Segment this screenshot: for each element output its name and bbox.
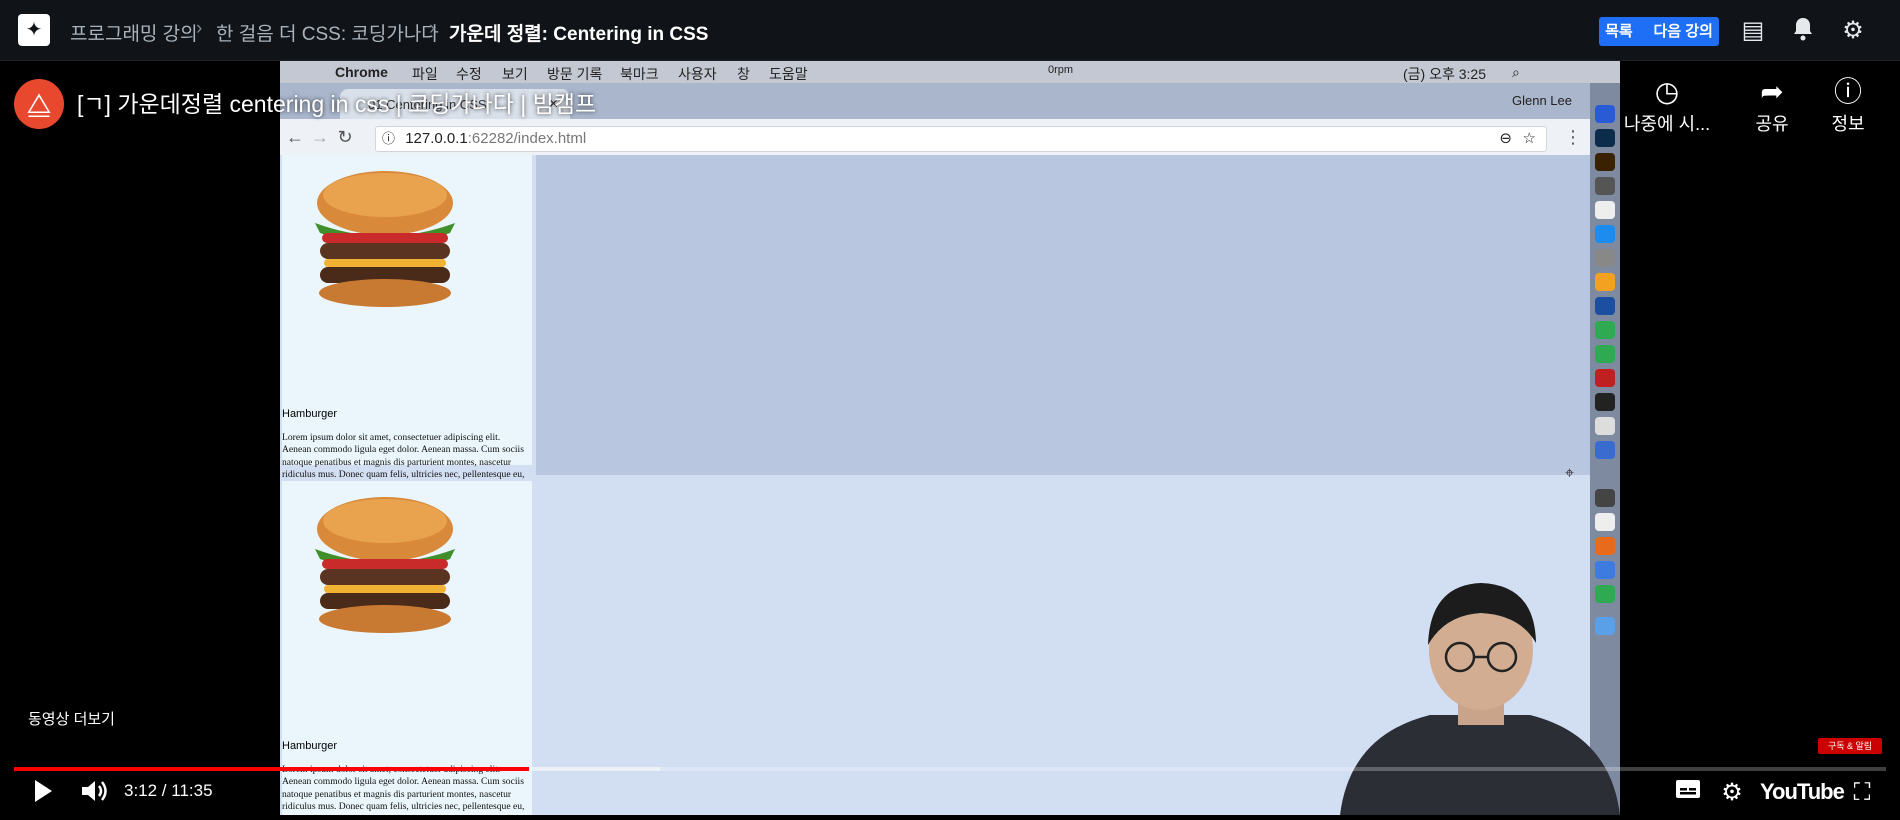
info-label: 정보 [1831, 114, 1865, 134]
info-icon: ⓘ [1833, 76, 1862, 107]
app-icon [1595, 417, 1615, 435]
clock-icon: ◷ [1654, 76, 1680, 107]
settings-icon[interactable]: ⚙ [1716, 778, 1748, 808]
menu-dots-icon: ⋮ [1564, 127, 1582, 147]
chevron-right-icon: › [196, 18, 203, 39]
profile-name: Glenn Lee [1512, 93, 1572, 108]
preferences-icon [1595, 249, 1615, 267]
terminal-icon [1595, 393, 1615, 411]
mac-menubar: Chrome 파일 수정 보기 방문 기록 북마크 사용자 창 도움말 0rpm… [280, 61, 1620, 83]
bell-icon[interactable] [1788, 16, 1818, 46]
watch-later-button[interactable]: ◷ 나중에 시... [1612, 76, 1722, 136]
rpm-status: 0rpm [1048, 64, 1074, 76]
progress-played [14, 767, 529, 771]
menu-view: 보기 [502, 66, 528, 82]
pdf-icon [1595, 513, 1615, 531]
gear-icon[interactable]: ⚙ [1838, 16, 1868, 46]
menu-chrome: Chrome [335, 64, 388, 80]
menu-history: 방문 기록 [547, 66, 603, 82]
menu-help: 도움말 [769, 66, 808, 82]
fullscreen-icon[interactable]: ⛶ [1846, 778, 1878, 808]
youtube-logo[interactable]: YouTube [1760, 779, 1845, 805]
url-host: 127.0.0.1 [405, 130, 468, 147]
star-icon: ☆ [1522, 130, 1536, 147]
chrome-icon [1595, 321, 1615, 339]
breadcrumb-current: 가운데 정렬: Centering in CSS [449, 24, 709, 45]
watch-later-label: 나중에 시... [1623, 114, 1711, 134]
notes-icon[interactable]: ▤ [1738, 16, 1768, 46]
calendar-icon [1595, 201, 1615, 219]
next-lecture-button[interactable]: 다음 강의 [1654, 23, 1713, 40]
card-title: Hamburger [282, 408, 338, 420]
menu-bookmarks: 북마크 [620, 66, 659, 82]
illustrator-icon [1595, 153, 1615, 171]
presenter-webcam [1340, 565, 1620, 815]
chrome-icon [1595, 345, 1615, 363]
more-videos-link[interactable]: 동영상 더보기 [28, 708, 115, 729]
filezilla-icon [1595, 369, 1615, 387]
sublime-icon [1595, 273, 1615, 291]
info-icon: ⓘ [382, 131, 396, 146]
chevron-right-icon: › [429, 18, 436, 39]
video-title[interactable]: [ㄱ] 가운데정렬 centering in css | 코딩가나다 | 빔캠프 [77, 85, 596, 119]
spotlight-icon: ⌕ [1512, 64, 1520, 80]
list-button[interactable]: 목록 [1605, 23, 1633, 40]
back-icon: ← [286, 127, 304, 147]
app-store-icon [1595, 225, 1615, 243]
menu-window: 창 [737, 66, 750, 82]
app-icon [1595, 441, 1615, 459]
address-bar: ⓘ 127.0.0.1:62282/index.html ⊖ ☆ [375, 126, 1547, 152]
list-next-button-group[interactable]: 목록 다음 강의 [1599, 17, 1719, 46]
play-icon[interactable] [28, 778, 58, 808]
zoom-icon: ⊖ [1499, 130, 1512, 147]
firefox-icon [1595, 537, 1615, 555]
time-display: 3:12 / 11:35 [124, 781, 213, 800]
breadcrumb-programming[interactable]: 프로그래밍 강의 [70, 19, 198, 46]
subtitles-icon[interactable] [1672, 778, 1704, 808]
hamburger-image [300, 487, 470, 647]
subscribe-badge[interactable]: 구독 & 알림 [1818, 738, 1882, 754]
info-button[interactable]: ⓘ 정보 [1793, 76, 1900, 136]
card-title: Hamburger [282, 740, 338, 752]
menu-file: 파일 [412, 66, 438, 82]
clock-status: (금) 오후 3:25 [1403, 66, 1486, 82]
card-text: Lorem ipsum dolor sit amet, consectetuer… [282, 764, 525, 815]
reload-icon: ↻ [337, 127, 353, 147]
app-icon [1595, 489, 1615, 507]
url-path: :62282/index.html [467, 130, 587, 147]
flex-row-highlight [536, 155, 1590, 475]
crosshair-icon: ⌖ [1565, 465, 1575, 482]
hamburger-image [300, 161, 470, 321]
site-logo-icon[interactable]: ✦ [18, 14, 50, 46]
breadcrumb-course[interactable]: 한 걸음 더 CSS: 코딩가나다 [216, 19, 439, 46]
volume-icon[interactable] [78, 778, 110, 808]
app-icon [1595, 297, 1615, 315]
launchpad-icon [1595, 177, 1615, 195]
channel-avatar[interactable]: ⧋ [14, 79, 64, 129]
menu-people: 사용자 [678, 66, 717, 82]
forward-icon: → [311, 127, 329, 147]
menu-edit: 수정 [456, 66, 482, 82]
